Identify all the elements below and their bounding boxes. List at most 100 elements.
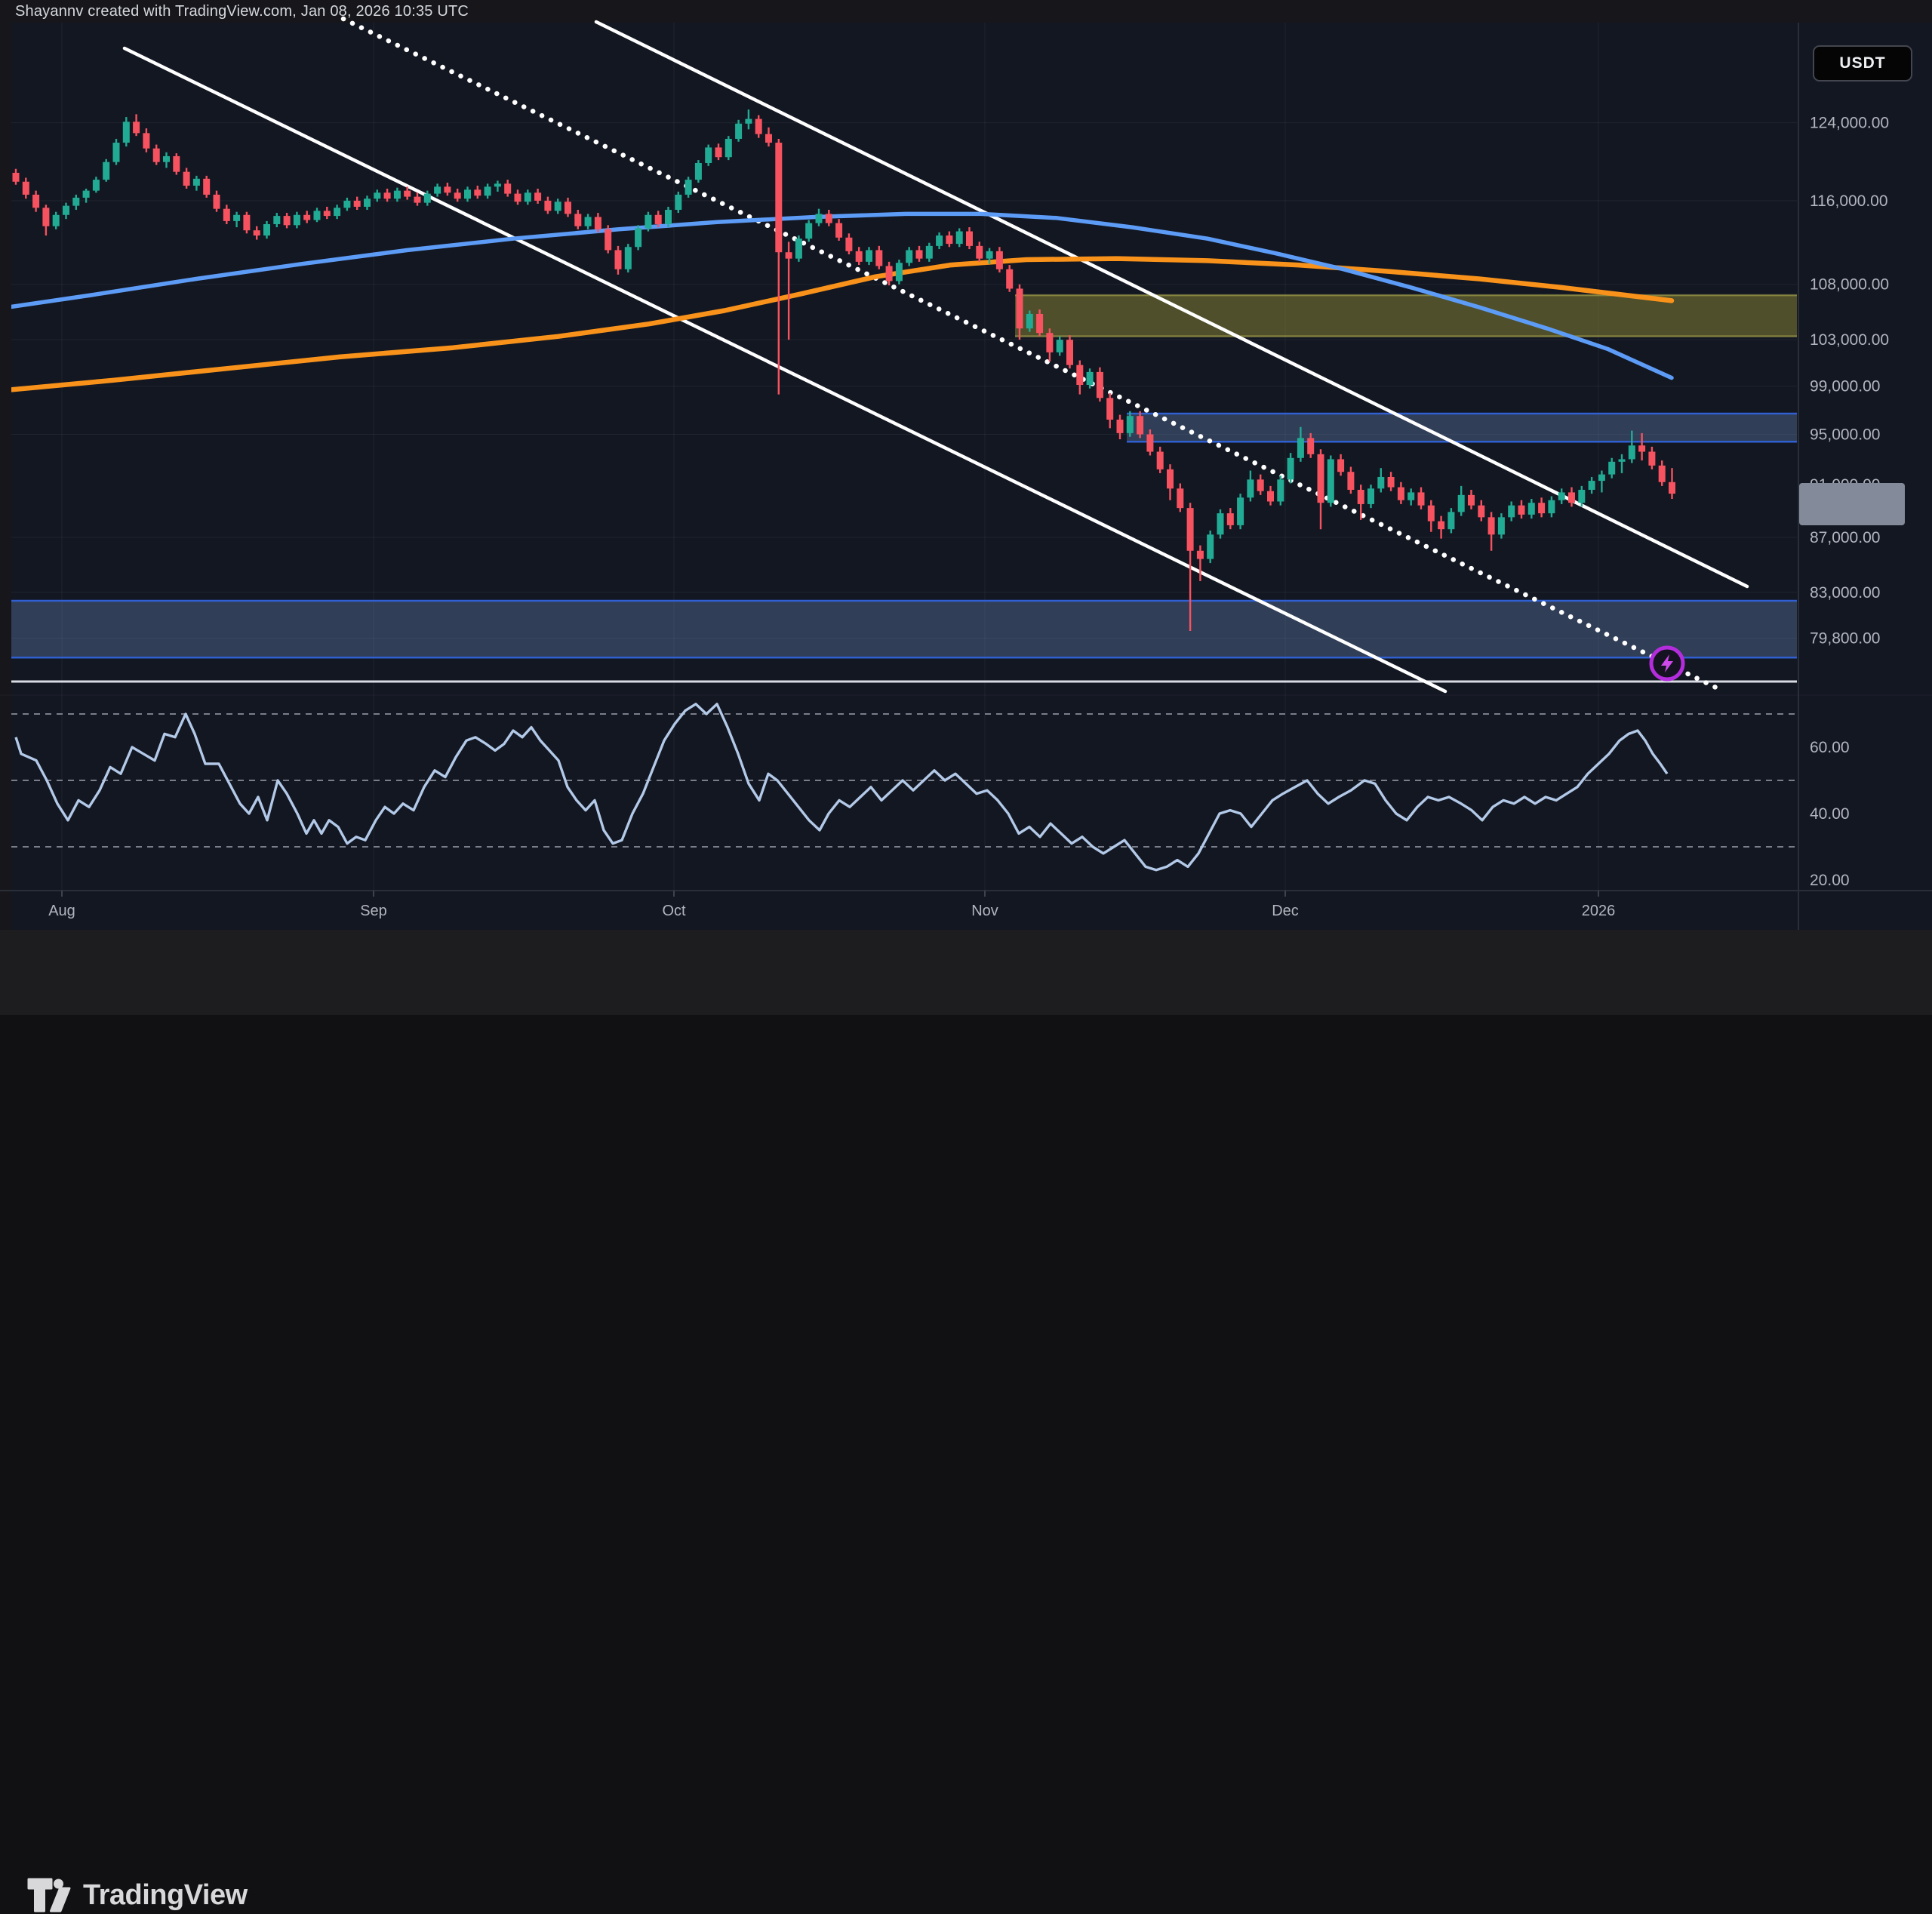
candle-body — [1367, 488, 1374, 504]
footer-bar: TradingView — [0, 930, 1932, 1015]
candle-body — [1558, 492, 1565, 500]
candle-body — [1337, 459, 1344, 472]
resistance-zone-blue — [1127, 414, 1797, 442]
candle-body — [183, 172, 190, 186]
candle-body — [504, 183, 511, 193]
candle-body — [13, 173, 20, 182]
candle-body — [153, 149, 160, 162]
candle-body — [485, 186, 491, 195]
candle-body — [374, 192, 380, 198]
candle-body — [845, 238, 852, 251]
candle-body — [1197, 551, 1204, 559]
candle-body — [163, 156, 170, 162]
candle-body — [1277, 479, 1284, 501]
candle-body — [314, 211, 321, 220]
candle-body — [875, 250, 882, 266]
candle-body — [1619, 459, 1626, 461]
candle-body — [685, 180, 692, 195]
candle-body — [695, 163, 702, 180]
candle-body — [1297, 438, 1304, 457]
chart-canvas[interactable]: 124,000.00116,000.00108,000.00103,000.00… — [0, 0, 1932, 1015]
support-zone-blue — [0, 601, 1797, 657]
candle-body — [1638, 445, 1645, 451]
candle-body — [866, 250, 872, 261]
candle-body — [1207, 534, 1214, 559]
candle-body — [1006, 269, 1013, 289]
candle-body — [474, 189, 481, 195]
candle-body — [816, 214, 823, 223]
candle-body — [635, 228, 641, 247]
candle-body — [595, 217, 601, 229]
candle-body — [1458, 495, 1465, 512]
lightning-marker[interactable] — [1651, 648, 1683, 679]
candle-body — [1287, 458, 1294, 480]
candle-body — [464, 189, 471, 198]
candle-body — [414, 197, 421, 203]
candle-body — [1447, 512, 1454, 529]
candle-body — [1648, 452, 1655, 466]
candle-body — [1167, 469, 1174, 488]
candle-body — [1318, 454, 1324, 503]
candle-body — [123, 122, 130, 143]
candle-body — [343, 201, 350, 208]
chart-background — [0, 23, 1932, 930]
candle-body — [1488, 517, 1495, 534]
candle-body — [1257, 479, 1264, 491]
candle-body — [334, 208, 340, 216]
candle-body — [1498, 517, 1505, 534]
candle-body — [926, 246, 933, 259]
candle-body — [1106, 398, 1113, 420]
candle-body — [284, 216, 291, 225]
candle-body — [1187, 508, 1194, 551]
candle-body — [605, 229, 611, 251]
candle-body — [1589, 481, 1595, 490]
candle-body — [906, 250, 912, 263]
candle-body — [1518, 506, 1525, 515]
candle-body — [795, 238, 802, 258]
candle-body — [1388, 477, 1395, 488]
candle-body — [324, 211, 331, 216]
candle-body — [765, 134, 772, 143]
candle-body — [525, 192, 531, 202]
candle-body — [1017, 288, 1023, 328]
candle-body — [444, 186, 451, 192]
candle-body — [1217, 513, 1224, 534]
candle-body — [1157, 452, 1164, 469]
candle-body — [665, 210, 672, 224]
candle-body — [133, 122, 140, 133]
candle-body — [1568, 492, 1575, 503]
candle-body — [214, 195, 220, 209]
candle-body — [886, 266, 893, 281]
candle-body — [72, 198, 79, 206]
candle-body — [1608, 462, 1615, 475]
candle-body — [1146, 434, 1153, 451]
candle-body — [565, 202, 571, 214]
candle-body — [203, 179, 210, 195]
candle-body — [1327, 459, 1334, 503]
candle-body — [916, 250, 923, 258]
candle-body — [966, 232, 973, 246]
candle-body — [1237, 497, 1244, 525]
candle-body — [1538, 503, 1545, 513]
candle-body — [725, 139, 732, 157]
candle-body — [1347, 472, 1354, 490]
candle-body — [585, 217, 592, 226]
candle-body — [1669, 482, 1675, 494]
candle-body — [1087, 372, 1094, 385]
candle-body — [1438, 522, 1444, 530]
candle-body — [384, 192, 391, 198]
candle-body — [625, 247, 632, 269]
candle-body — [193, 179, 200, 186]
candle-body — [996, 251, 1003, 269]
candle-body — [1508, 506, 1515, 518]
candle-body — [273, 216, 280, 224]
price-axis[interactable] — [1798, 23, 1932, 891]
candle-body — [946, 235, 952, 244]
candle-body — [655, 215, 662, 224]
candle-body — [1528, 503, 1535, 515]
candle-body — [1227, 513, 1234, 525]
tradingview-logo-icon — [26, 1876, 72, 1914]
candle-body — [294, 215, 300, 226]
candle-body — [896, 263, 903, 281]
time-axis[interactable] — [0, 891, 1797, 930]
